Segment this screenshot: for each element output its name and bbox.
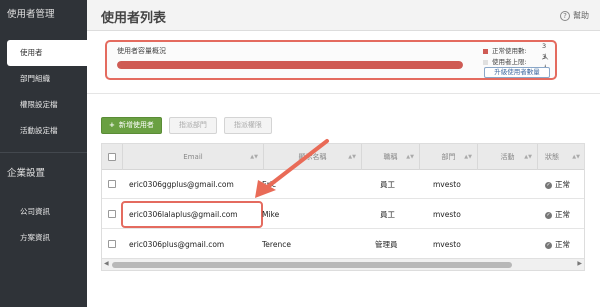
- scroll-right-icon[interactable]: ▶: [577, 260, 582, 267]
- sidebar-divider: [0, 152, 87, 153]
- cell-status: ✓ 正常: [545, 200, 570, 229]
- sidebar-item-plan-info[interactable]: 方案資訊: [0, 225, 87, 251]
- page-title: 使用者列表: [101, 11, 167, 26]
- sort-icon: ▲▼: [250, 154, 258, 160]
- sidebar-item-company-info[interactable]: 公司資訊: [0, 199, 87, 225]
- legend-label-used: 正常使用數:: [492, 47, 527, 55]
- table-row[interactable]: eric0306lalaplus@gmail.com Mike 員工 mvest…: [102, 200, 584, 229]
- row-checkbox[interactable]: [108, 180, 116, 188]
- add-user-label: 新增使用者: [118, 121, 154, 129]
- cell-status: ✓ 正常: [545, 230, 570, 259]
- row-checkbox[interactable]: [108, 210, 116, 218]
- cell-status-label: 正常: [555, 180, 570, 189]
- cell-display-name: Terence: [262, 240, 291, 249]
- select-all-checkbox[interactable]: [108, 153, 116, 161]
- column-header-activity[interactable]: 活動 ▲▼: [478, 144, 538, 170]
- section-divider: [87, 93, 600, 94]
- legend-swatch-limit: [483, 60, 488, 65]
- sidebar-section-enterprise-settings: 企業設置: [7, 168, 46, 179]
- sidebar-item-departments[interactable]: 部門組織: [0, 66, 87, 92]
- cell-status: ✓ 正常: [545, 170, 570, 199]
- column-header-department-label: 部門: [441, 153, 456, 161]
- status-check-icon: ✓: [545, 241, 552, 249]
- sort-icon: ▲▼: [524, 154, 532, 160]
- sidebar: 使用者管理 使用者 部門組織 權限設定檔 活動設定檔 企業設置 公司資訊 方案資…: [0, 0, 87, 307]
- sidebar-section-user-management: 使用者管理: [7, 9, 55, 20]
- capacity-progress-bar: [117, 61, 463, 69]
- capacity-legend: 正常使用數: 3 人 使用者上限: 3 人: [483, 42, 549, 72]
- capacity-overview-panel: 使用者容量概況 正常使用數: 3 人 使用者上限: 3 人 升級使用者數量: [105, 40, 557, 80]
- sort-icon: ▲▼: [348, 154, 356, 160]
- column-header-status-label: 狀態: [545, 153, 559, 161]
- column-header-status[interactable]: 狀態 ▲▼: [538, 144, 584, 170]
- cell-email: eric0306plus@gmail.com: [129, 240, 225, 249]
- column-header-title[interactable]: 職稱 ▲▼: [362, 144, 420, 170]
- sort-icon: ▲▼: [572, 154, 580, 160]
- cell-title: 員工: [380, 180, 395, 189]
- column-header-activity-label: 活動: [500, 153, 515, 161]
- sidebar-item-activity-profiles[interactable]: 活動設定檔: [0, 118, 87, 144]
- add-user-button[interactable]: + 新增使用者: [101, 117, 162, 134]
- cell-department: mvesto: [433, 210, 461, 219]
- sidebar-item-users[interactable]: 使用者: [7, 40, 87, 66]
- cell-department: mvesto: [433, 240, 461, 249]
- legend-swatch-used: [483, 49, 488, 54]
- column-header-title-label: 職稱: [383, 153, 398, 161]
- capacity-title: 使用者容量概況: [117, 47, 166, 55]
- horizontal-scrollbar[interactable]: ◀ ▶: [102, 258, 584, 270]
- cell-title: 管理員: [375, 240, 398, 249]
- column-header-display-name-label: 顯示名稱: [298, 153, 327, 161]
- plus-icon: +: [109, 121, 115, 129]
- upgrade-users-button[interactable]: 升級使用者數量: [484, 67, 550, 78]
- table-row[interactable]: eric0306plus@gmail.com Terence 管理員 mvest…: [102, 230, 584, 259]
- page-header: 使用者列表 ? 幫助: [87, 0, 600, 31]
- sort-icon: ▲▼: [406, 154, 414, 160]
- sidebar-item-permission-profiles[interactable]: 權限設定檔: [0, 92, 87, 118]
- header-checkbox-cell: [102, 144, 123, 170]
- sort-icon: ▲▼: [464, 154, 472, 160]
- column-header-email[interactable]: Email ▲▼: [123, 144, 264, 170]
- capacity-progress-fill: [117, 61, 463, 69]
- cell-display-name: Eric: [262, 180, 277, 189]
- help-icon: ?: [560, 10, 570, 21]
- column-header-email-label: Email: [183, 153, 203, 161]
- row-checkbox[interactable]: [108, 240, 116, 248]
- cell-email: eric0306lalaplus@gmail.com: [129, 210, 238, 219]
- cell-email: eric0306ggplus@gmail.com: [129, 180, 234, 189]
- assign-department-button[interactable]: 指派部門: [168, 117, 217, 134]
- column-header-display-name[interactable]: 顯示名稱 ▲▼: [264, 144, 362, 170]
- users-table: Email ▲▼ 顯示名稱 ▲▼ 職稱 ▲▼ 部門 ▲▼ 活動 ▲▼ 狀態 ▲▼ eric0…: [101, 143, 585, 271]
- help-link[interactable]: ? 幫助: [560, 10, 589, 21]
- status-check-icon: ✓: [545, 181, 552, 189]
- cell-department: mvesto: [433, 180, 461, 189]
- assign-permission-button[interactable]: 指派權限: [223, 117, 272, 134]
- help-label: 幫助: [573, 11, 589, 20]
- scrollbar-thumb[interactable]: [112, 262, 512, 268]
- main-content: 使用者容量概況 正常使用數: 3 人 使用者上限: 3 人 升級使用者數量 +新…: [87, 31, 600, 307]
- table-header: Email ▲▼ 顯示名稱 ▲▼ 職稱 ▲▼ 部門 ▲▼ 活動 ▲▼ 狀態 ▲▼: [102, 144, 584, 170]
- toolbar: + 新增使用者 指派部門 指派權限: [101, 117, 272, 134]
- scroll-left-icon[interactable]: ◀: [104, 260, 109, 267]
- column-header-department[interactable]: 部門 ▲▼: [420, 144, 478, 170]
- cell-status-label: 正常: [555, 240, 570, 249]
- cell-title: 員工: [380, 210, 395, 219]
- cell-display-name: Mike: [262, 210, 280, 219]
- legend-row-used: 正常使用數: 3 人: [483, 42, 549, 61]
- cell-status-label: 正常: [555, 210, 570, 219]
- status-check-icon: ✓: [545, 211, 552, 219]
- table-row[interactable]: eric0306ggplus@gmail.com Eric 員工 mvesto …: [102, 170, 584, 199]
